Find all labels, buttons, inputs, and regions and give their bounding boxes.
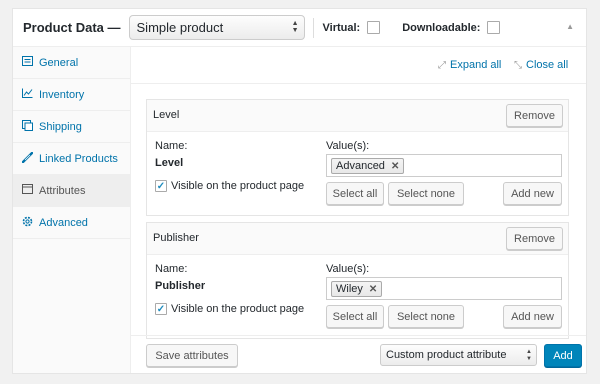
tab-label: Inventory xyxy=(39,88,85,101)
select-all-button[interactable]: Select all xyxy=(326,182,384,205)
select-arrows-icon: ▲ ▼ xyxy=(526,349,532,362)
tab-label: Attributes xyxy=(39,184,86,197)
attributes-toolbar: ⤢ Expand all ⤡ Close all xyxy=(131,47,586,84)
tab-general[interactable]: General xyxy=(13,47,130,79)
tab-shipping[interactable]: Shipping xyxy=(13,111,130,143)
tab-label: Linked Products xyxy=(39,152,118,165)
add-attribute-button[interactable]: Add xyxy=(544,344,582,367)
add-new-button[interactable]: Add new xyxy=(503,182,562,205)
remove-button[interactable]: Remove xyxy=(506,104,563,127)
collapse-icon: ⤡ xyxy=(514,60,522,71)
values-input[interactable]: Wiley ✕ xyxy=(326,277,562,300)
values-input[interactable]: Advanced ✕ xyxy=(326,154,562,177)
attribute-name-value: Publisher xyxy=(155,280,206,292)
product-data-header: Product Data — Simple product ▲ ▼ Virtual… xyxy=(13,9,586,47)
visible-on-product-page[interactable]: ✓ Visible on the product page xyxy=(155,303,304,315)
downloadable-checkbox[interactable] xyxy=(487,21,501,34)
product-data-panel: Product Data — Simple product ▲ ▼ Virtual… xyxy=(12,8,587,374)
downloadable-label: Downloadable: xyxy=(402,21,481,34)
attribute-title: Publisher xyxy=(153,232,199,244)
inventory-icon xyxy=(21,88,34,101)
remove-tag-icon[interactable]: ✕ xyxy=(369,284,377,295)
product-type-select[interactable]: Simple product ▲ ▼ xyxy=(128,15,305,40)
link-icon xyxy=(21,151,34,166)
value-tag: Advanced ✕ xyxy=(331,158,405,174)
values-label: Value(s): xyxy=(326,263,370,275)
attribute-header[interactable]: Publisher Remove xyxy=(147,223,568,255)
visible-checkbox[interactable]: ✓ xyxy=(155,303,167,315)
tab-label: Advanced xyxy=(39,216,88,229)
tab-label: Shipping xyxy=(39,120,82,133)
attribute-title: Level xyxy=(153,109,180,121)
tab-label: General xyxy=(39,56,79,69)
visible-checkbox[interactable]: ✓ xyxy=(155,180,167,192)
select-none-button[interactable]: Select none xyxy=(388,305,464,328)
name-label: Name: xyxy=(155,263,188,275)
remove-tag-icon[interactable]: ✕ xyxy=(391,161,399,172)
product-type-value: Simple product xyxy=(136,20,224,35)
value-tag: Wiley ✕ xyxy=(331,281,383,297)
remove-button[interactable]: Remove xyxy=(506,227,563,250)
header-divider xyxy=(312,17,314,38)
collapse-toggle-icon[interactable]: ▲ xyxy=(566,22,574,31)
tab-inventory[interactable]: Inventory xyxy=(13,79,130,111)
select-all-button[interactable]: Select all xyxy=(326,305,384,328)
select-arrows-icon: ▲ ▼ xyxy=(291,20,299,34)
attributes-footer: Save attributes Custom product attribute… xyxy=(131,335,586,373)
virtual-checkbox[interactable] xyxy=(367,21,381,34)
values-label: Value(s): xyxy=(326,140,370,152)
add-new-button[interactable]: Add new xyxy=(503,305,562,328)
visible-label: Visible on the product page xyxy=(171,303,305,315)
virtual-label: Virtual: xyxy=(322,21,361,34)
select-none-button[interactable]: Select none xyxy=(388,182,464,205)
save-attributes-button[interactable]: Save attributes xyxy=(146,344,238,367)
expand-icon: ⤢ xyxy=(438,60,446,71)
attribute-header[interactable]: Level Remove xyxy=(147,100,568,132)
tab-linked-products[interactable]: Linked Products xyxy=(13,143,130,175)
attribute-card-publisher: Publisher Remove Name: Publisher Value(s… xyxy=(146,222,569,339)
expand-all-link[interactable]: ⤢ Expand all xyxy=(438,59,501,71)
gear-icon xyxy=(21,216,34,230)
attributes-icon xyxy=(21,184,34,197)
product-data-tabs: General Inventory Shipping Linked Produc… xyxy=(13,47,131,373)
attributes-content: ⤢ Expand all ⤡ Close all Level Remove Name… xyxy=(131,47,586,373)
attribute-card-level: Level Remove Name: Level Value(s): Advan… xyxy=(146,99,569,216)
attribute-name-value: Level xyxy=(155,157,184,169)
tab-advanced[interactable]: Advanced xyxy=(13,207,130,239)
attribute-type-value: Custom product attribute xyxy=(386,349,507,361)
general-icon xyxy=(21,56,34,69)
product-data-title: Product Data — xyxy=(23,20,121,35)
attribute-type-select[interactable]: Custom product attribute ▲ ▼ xyxy=(380,344,537,366)
close-all-link[interactable]: ⤡ Close all xyxy=(514,59,568,71)
name-label: Name: xyxy=(155,140,188,152)
shipping-icon xyxy=(21,119,34,134)
tab-attributes[interactable]: Attributes xyxy=(13,175,130,207)
visible-on-product-page[interactable]: ✓ Visible on the product page xyxy=(155,180,304,192)
visible-label: Visible on the product page xyxy=(171,180,305,192)
